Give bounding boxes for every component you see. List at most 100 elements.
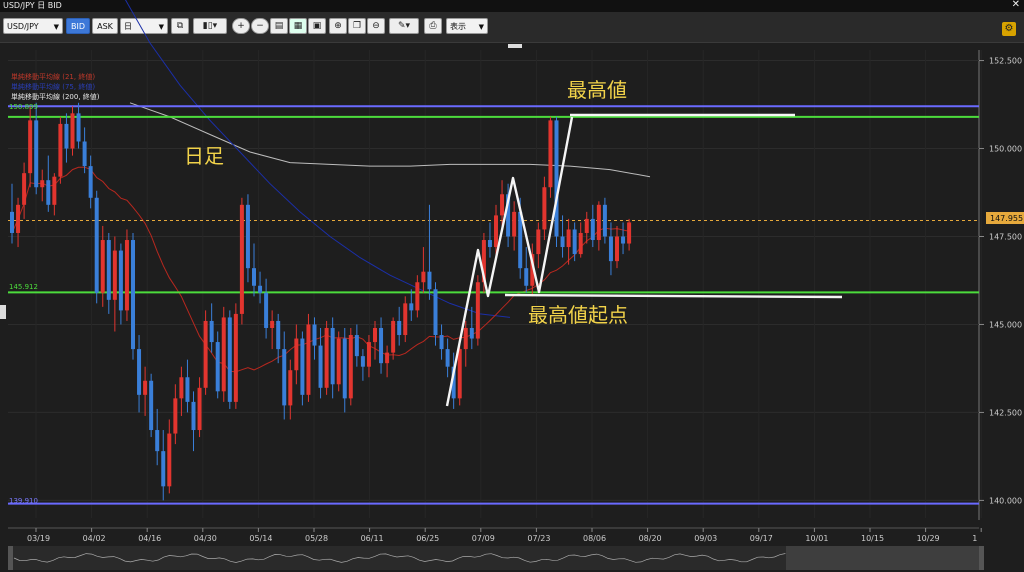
candle-body xyxy=(318,345,323,388)
candle-body xyxy=(100,240,105,293)
candle-body xyxy=(40,180,45,188)
time-tick-label: 08/06 xyxy=(583,534,606,543)
candle-body xyxy=(427,271,432,290)
time-tick-label: 04/30 xyxy=(194,534,217,543)
legend-ma200[interactable]: 単純移動平均線 (200, 終値) xyxy=(11,92,100,101)
candle-body xyxy=(161,451,166,487)
candle-body xyxy=(403,303,408,336)
candle-body xyxy=(233,313,238,402)
candle-body xyxy=(252,268,256,286)
price-axis: 152.500 150.000 147.500 145.000 142.500 140.0… xyxy=(979,57,1022,505)
candle-body xyxy=(469,327,474,339)
price-tick-label: 140.000 xyxy=(989,496,1022,505)
time-tick-label: 10/29 xyxy=(917,534,940,543)
candle-body xyxy=(22,173,27,205)
candle-body xyxy=(203,320,208,388)
candle-body xyxy=(28,120,33,174)
candle-body xyxy=(391,320,396,353)
candle-body xyxy=(276,320,281,350)
candle-body xyxy=(118,250,123,311)
candle-body xyxy=(500,194,505,216)
candle-body xyxy=(94,197,99,293)
candle-body xyxy=(46,180,51,205)
candle-body xyxy=(560,236,565,248)
candle-body xyxy=(439,335,444,350)
navigator-left-arrow[interactable] xyxy=(8,546,13,570)
time-tick-label: 05/28 xyxy=(305,534,328,543)
candle-body xyxy=(627,222,632,244)
candle-body xyxy=(76,113,81,142)
candle-body xyxy=(487,240,492,248)
time-tick-label: 10/01 xyxy=(805,534,828,543)
annotation-high: 最高値 xyxy=(567,78,627,102)
level-label-lower: 145.912 xyxy=(9,283,38,291)
candle-body xyxy=(566,229,571,248)
candle-body xyxy=(137,349,142,395)
candle-body xyxy=(342,338,347,399)
candle-body xyxy=(131,240,135,350)
candle-body xyxy=(524,268,529,286)
price-tick-label: 152.500 xyxy=(989,57,1022,66)
candle-body xyxy=(494,215,498,248)
navigator-right-arrow[interactable] xyxy=(979,546,984,570)
candle-body xyxy=(288,370,293,406)
candle-body xyxy=(149,380,154,431)
candle-body xyxy=(336,338,341,385)
candle-body xyxy=(270,320,275,328)
price-tick-label: 150.000 xyxy=(989,145,1022,154)
navigator-window[interactable] xyxy=(786,546,982,570)
candle-body xyxy=(536,229,541,255)
candle-body xyxy=(88,166,93,198)
candle-body xyxy=(542,187,547,230)
legend-ma21[interactable]: 単純移動平均線 (21, 終値) xyxy=(11,72,95,81)
candle-body xyxy=(264,292,269,328)
candle-body xyxy=(282,349,287,406)
candle-body xyxy=(155,430,160,452)
candle-body xyxy=(173,398,178,434)
candle-body xyxy=(300,338,305,395)
candle-body xyxy=(578,232,583,255)
level-label-bottom: 139.910 xyxy=(9,497,38,505)
price-tick-label: 145.000 xyxy=(989,320,1022,329)
candle-body xyxy=(379,327,384,364)
candle-body xyxy=(312,324,317,346)
candle-body xyxy=(457,349,462,399)
annotation-high-start: 最高値起点 xyxy=(528,303,628,327)
candle-body xyxy=(409,303,414,311)
candle-body xyxy=(415,282,420,311)
candle-body xyxy=(512,211,517,237)
candle-body xyxy=(167,433,172,487)
candle-body xyxy=(179,377,184,399)
price-chart[interactable]: 152.500 150.000 147.500 145.000 142.500 140.0… xyxy=(0,0,1024,572)
candle-body xyxy=(209,320,214,343)
candle-body xyxy=(397,320,402,336)
time-tick-label: 09/03 xyxy=(694,534,717,543)
legend-ma-blue[interactable]: 単純移動平均線 (75, 終値) xyxy=(11,82,95,91)
time-tick-label: 03/19 xyxy=(27,534,50,543)
candle-body xyxy=(64,123,69,149)
candle-body xyxy=(572,229,577,255)
candle-body xyxy=(330,327,335,385)
candle-body xyxy=(463,327,468,350)
candle-body xyxy=(215,342,220,392)
candle-body xyxy=(602,204,607,237)
price-tick-label: 147.500 xyxy=(989,232,1022,241)
candle-body xyxy=(354,335,359,357)
candle-body xyxy=(70,113,75,149)
candle-body xyxy=(191,401,196,431)
candle-body xyxy=(554,120,559,237)
candle-body xyxy=(239,204,244,314)
time-tick-label: 08/20 xyxy=(639,534,662,543)
candle-body xyxy=(596,204,601,241)
candle-body xyxy=(348,335,353,399)
candle-body xyxy=(106,240,111,300)
candle-body xyxy=(324,327,329,388)
candle-body xyxy=(34,120,39,188)
time-axis: 03/19 04/02 04/16 04/30 05/14 05/28 06/11 06/25… xyxy=(8,527,982,543)
candle-body xyxy=(548,120,553,188)
candle-body xyxy=(584,218,589,233)
plot-area xyxy=(8,50,980,518)
price-tick-label: 142.500 xyxy=(989,408,1022,417)
candle-body xyxy=(306,324,311,395)
candle-body xyxy=(227,317,232,402)
